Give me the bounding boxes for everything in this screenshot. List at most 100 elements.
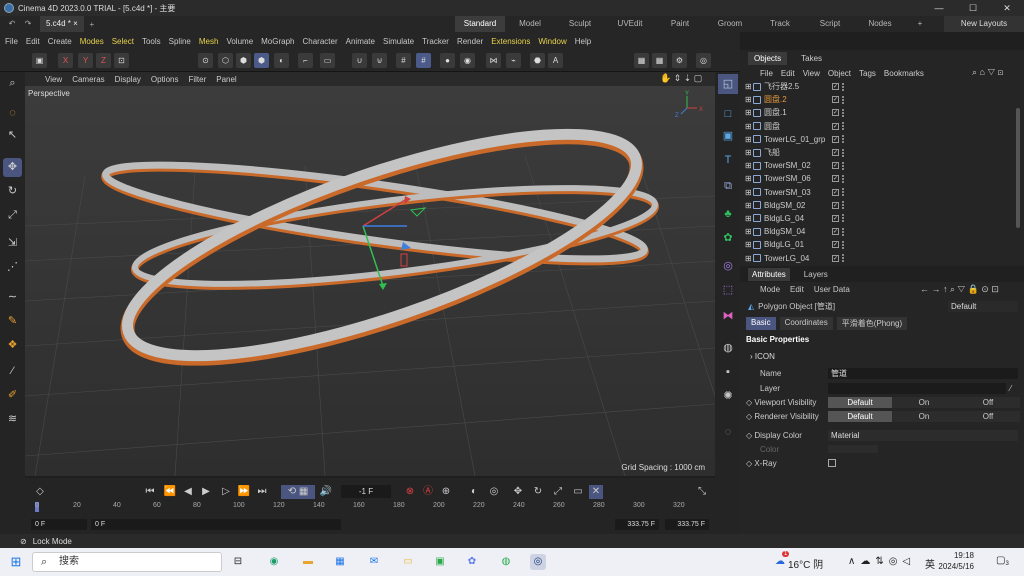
- viewport-vis-default[interactable]: Default: [828, 396, 892, 408]
- menu-animate[interactable]: Animate: [346, 37, 375, 46]
- field-icon[interactable]: ⧓: [718, 306, 738, 326]
- generator-icon[interactable]: ✿: [718, 228, 738, 248]
- menu-help[interactable]: Help: [575, 37, 591, 46]
- 3d-viewport[interactable]: Y X Z Perspective Grid Spacing : 1000 cm: [25, 86, 715, 476]
- next-key-button[interactable]: ⏩: [237, 485, 251, 499]
- visibility-check[interactable]: ✓: [832, 214, 839, 222]
- visibility-dots[interactable]: [842, 188, 845, 197]
- visibility-check[interactable]: ✓: [832, 201, 839, 209]
- attr-menu-edit[interactable]: Edit: [790, 285, 804, 294]
- spline-pen-icon[interactable]: ⌁: [506, 53, 521, 68]
- viewport-menu-view[interactable]: View: [45, 75, 62, 84]
- add-layout-button[interactable]: +: [905, 16, 935, 32]
- viewport-nav-icons[interactable]: ✋ ⇕ ⇣ ▢: [660, 73, 702, 84]
- add-document-button[interactable]: +: [84, 20, 100, 29]
- taskbar-clock[interactable]: 19:18 2024/5/16: [938, 550, 974, 572]
- edges-mode-icon[interactable]: ⬡: [218, 53, 233, 68]
- objects-menu-edit[interactable]: Edit: [781, 69, 795, 78]
- objects-scrollbar[interactable]: [1016, 108, 1020, 228]
- folder-icon[interactable]: ▭: [400, 554, 416, 570]
- layout-nodes[interactable]: Nodes: [855, 16, 905, 32]
- visibility-dots[interactable]: [842, 174, 845, 183]
- visibility-check[interactable]: ✓: [832, 122, 839, 130]
- ai-assistant-icon[interactable]: ◎: [696, 53, 711, 68]
- edit-render-settings-icon[interactable]: ⚙: [672, 53, 687, 68]
- menu-modes[interactable]: Modes: [80, 37, 104, 46]
- play-button[interactable]: ▶: [199, 485, 213, 499]
- visibility-dots[interactable]: [842, 148, 845, 157]
- object-row[interactable]: ⊞ BldgSM_04 ✓: [740, 225, 1024, 238]
- start-frame-field[interactable]: 0 F: [31, 519, 87, 530]
- z-axis-lock-icon[interactable]: Z: [96, 53, 111, 68]
- tab-layers[interactable]: Layers: [804, 270, 828, 279]
- menu-extensions[interactable]: Extensions: [491, 37, 530, 46]
- model-icon[interactable]: ◱: [718, 74, 738, 94]
- snap-settings-icon[interactable]: ▭: [320, 53, 335, 68]
- visibility-dots[interactable]: [842, 161, 845, 170]
- object-row[interactable]: ⊞ 飞行器2.5 ✓: [740, 80, 1024, 93]
- tab-takes[interactable]: Takes: [801, 54, 822, 63]
- object-row[interactable]: ⊞ 圆盘 ✓: [740, 120, 1024, 133]
- objects-menu-bookmarks[interactable]: Bookmarks: [884, 69, 924, 78]
- notification-icon[interactable]: ▢3: [996, 555, 1009, 567]
- record-active-button[interactable]: ⊗: [403, 485, 417, 499]
- light-icon[interactable]: ✺: [718, 386, 738, 406]
- end-frame-field[interactable]: 333.75 F: [665, 519, 709, 530]
- menu-file[interactable]: File: [5, 37, 18, 46]
- object-row[interactable]: ⊞ 飞船 ✓: [740, 146, 1024, 159]
- viewport-menu-filter[interactable]: Filter: [188, 75, 206, 84]
- icon-group-toggle[interactable]: › ICON: [750, 352, 775, 361]
- attr-menu-user-data[interactable]: User Data: [814, 285, 850, 294]
- menu-tools[interactable]: Tools: [142, 37, 161, 46]
- undo-icon[interactable]: ↶: [4, 16, 20, 32]
- object-row[interactable]: ⊞ TowerSM_06 ✓: [740, 172, 1024, 185]
- preview-end-field[interactable]: 333.75 F: [615, 519, 659, 530]
- taskbar-search[interactable]: ⌕ 搜索: [32, 552, 222, 572]
- visibility-check[interactable]: ✓: [832, 83, 839, 91]
- transform-tool-icon[interactable]: ⇲: [3, 234, 22, 253]
- object-row[interactable]: ⊞ TowerSM_02 ✓: [740, 159, 1024, 172]
- objects-search-icon[interactable]: ⌕ ⌂ ▽ ⊡: [972, 67, 1003, 78]
- visibility-dots[interactable]: [842, 201, 845, 210]
- attr-menu-mode[interactable]: Mode: [760, 285, 780, 294]
- menu-character[interactable]: Character: [303, 37, 338, 46]
- layout-standard[interactable]: Standard: [455, 16, 505, 32]
- viewport-vis-off[interactable]: Off: [956, 396, 1020, 408]
- layout-model[interactable]: Model: [505, 16, 555, 32]
- menu-mograph[interactable]: MoGraph: [261, 37, 294, 46]
- tab-objects[interactable]: Objects: [748, 51, 788, 65]
- key-rotation-icon[interactable]: ◎: [487, 485, 501, 499]
- menu-volume[interactable]: Volume: [226, 37, 253, 46]
- layout-track[interactable]: Track: [755, 16, 805, 32]
- store-icon[interactable]: ▦: [332, 554, 348, 570]
- object-row[interactable]: ⊞ TowerLG_04 ✓: [740, 251, 1024, 264]
- keyframe-selection-button[interactable]: ⊕: [439, 485, 453, 499]
- layout-script[interactable]: Script: [805, 16, 855, 32]
- viewport-menu-cameras[interactable]: Cameras: [72, 75, 104, 84]
- visibility-check[interactable]: ✓: [832, 149, 839, 157]
- visibility-check[interactable]: ✓: [832, 109, 839, 117]
- keyframe-icon[interactable]: ◇: [33, 485, 47, 499]
- name-field[interactable]: 管道: [828, 367, 1018, 379]
- fill-tool-icon[interactable]: ❖: [3, 336, 22, 355]
- next-frame-button[interactable]: ▷: [219, 485, 233, 499]
- enable-snap-icon[interactable]: ⊍: [372, 53, 387, 68]
- viewport-menu-panel[interactable]: Panel: [216, 75, 236, 84]
- layer-field[interactable]: [828, 382, 1006, 394]
- object-row[interactable]: ⊞ BldgSM_02 ✓: [740, 199, 1024, 212]
- previous-key-button[interactable]: ⏪: [163, 485, 177, 499]
- visibility-dots[interactable]: [842, 82, 845, 91]
- texture-mode-icon[interactable]: ◐: [274, 53, 289, 68]
- renderer-vis-on[interactable]: On: [892, 410, 956, 422]
- move-tool-icon[interactable]: ✥: [3, 158, 22, 177]
- display-color-dropdown[interactable]: Material: [828, 429, 1018, 441]
- visibility-check[interactable]: ✓: [832, 135, 839, 143]
- render-active-view-icon[interactable]: ▦: [634, 53, 649, 68]
- layout-uvedit[interactable]: UVEdit: [605, 16, 655, 32]
- menu-tracker[interactable]: Tracker: [422, 37, 449, 46]
- key-rotate-icon[interactable]: ↻: [531, 485, 545, 499]
- attr-tab-phong[interactable]: 平滑着色(Phong): [836, 317, 908, 330]
- key-pla-icon[interactable]: ✕: [589, 485, 603, 499]
- previous-frame-button[interactable]: ◀: [181, 485, 195, 499]
- objects-menu-object[interactable]: Object: [828, 69, 851, 78]
